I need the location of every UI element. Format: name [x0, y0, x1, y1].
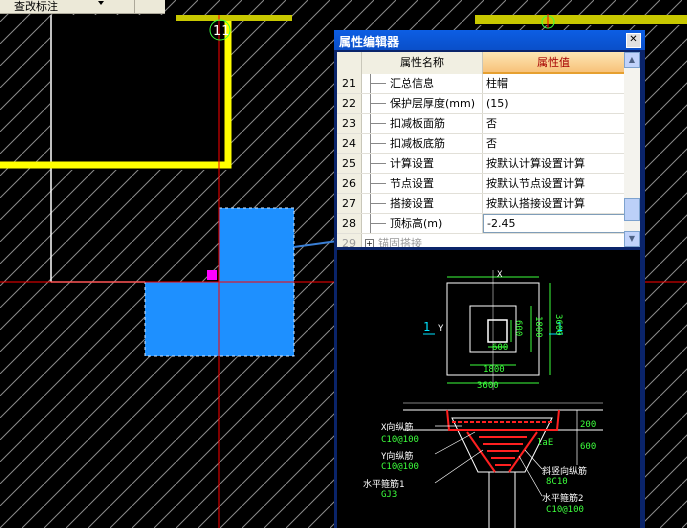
plan-inner-square: [487, 319, 508, 343]
inner-dim-v: 600: [513, 320, 523, 337]
h-stirrup2-value: C10@100: [546, 505, 584, 515]
slant-rebar-value: 8C10: [546, 477, 568, 487]
column-cap-diagram: X Y 1 1 600 600 1800 3600 1800 3600 200 …: [337, 250, 640, 528]
h-stirrup1-label: 水平箍筋1: [363, 480, 405, 490]
property-value-input[interactable]: -2.45: [483, 214, 628, 233]
property-name-cell: 节点设置: [362, 174, 483, 193]
row-number: 23: [337, 114, 362, 133]
property-row[interactable]: 21 汇总信息 柱帽: [337, 74, 624, 94]
property-name: 计算设置: [390, 157, 434, 170]
dim-x-label: X: [497, 270, 503, 280]
dim-3600-vertical: 3600: [553, 314, 563, 336]
property-group-row[interactable]: 29 + 锚固搭接: [337, 234, 624, 247]
window-title: 属性编辑器: [339, 35, 400, 49]
axis-label-text: 11: [213, 24, 230, 39]
property-value[interactable]: 否: [486, 134, 497, 153]
property-name: 保护层厚度(mm): [390, 97, 476, 110]
row-number: 27: [337, 194, 362, 213]
annotation-dropdown-label: 查改标注: [14, 0, 58, 13]
h-stirrup2-label: 水平箍筋2: [542, 494, 584, 504]
property-row[interactable]: 27 搭接设置 按默认搭接设置计算: [337, 194, 624, 214]
rebar-top: [446, 409, 560, 431]
header-property-value[interactable]: 属性值: [483, 52, 624, 74]
x-rebar-value: C10@100: [381, 435, 419, 445]
scroll-up-icon[interactable]: ▲: [624, 52, 640, 68]
property-value[interactable]: 按默认搭接设置计算: [486, 194, 585, 213]
property-value[interactable]: 按默认计算设置计算: [486, 154, 585, 173]
row-number: 21: [337, 74, 362, 93]
y-rebar-value: C10@100: [381, 462, 419, 472]
property-row-selected[interactable]: 28 顶标高(m) -2.45: [337, 214, 628, 234]
x-rebar-label: X向纵筋: [381, 423, 414, 433]
header-property-name[interactable]: 属性名称: [362, 52, 483, 74]
beam-void-region: [50, 15, 230, 170]
dim-1800-vertical: 1800: [533, 316, 543, 338]
property-name: 汇总信息: [390, 77, 434, 90]
property-row[interactable]: 26 节点设置 按默认节点设置计算: [337, 174, 624, 194]
dim-200: 200: [580, 420, 597, 430]
row-number: 24: [337, 134, 362, 153]
top-yellow-bar-right: [475, 15, 687, 24]
y-rebar-label: Y向纵筋: [381, 452, 414, 462]
row-number: 22: [337, 94, 362, 113]
property-row[interactable]: 23 扣减板面筋 否: [337, 114, 624, 134]
property-grid[interactable]: 属性名称 属性值 21 汇总信息 柱帽 22 保护层厚度(mm) (15) 23…: [337, 52, 640, 247]
property-value[interactable]: (15): [486, 94, 509, 113]
property-row[interactable]: 22 保护层厚度(mm) (15): [337, 94, 624, 114]
dropdown-arrow-icon[interactable]: [98, 1, 104, 5]
header-row-number: [337, 52, 362, 74]
property-value[interactable]: 否: [486, 114, 497, 133]
dim-600: 600: [580, 442, 597, 452]
property-value[interactable]: 柱帽: [486, 74, 508, 93]
property-name-cell: 搭接设置: [362, 194, 483, 213]
expand-plus-icon[interactable]: +: [365, 239, 374, 247]
property-name-cell: 汇总信息: [362, 74, 483, 93]
group-name: 锚固搭接: [378, 237, 422, 247]
column-cap-upper[interactable]: [218, 207, 295, 284]
property-name-cell: 保护层厚度(mm): [362, 94, 483, 113]
slant-rebar-label: 斜竖向纵筋: [542, 467, 588, 477]
property-name: 搭接设置: [390, 197, 434, 210]
row-number: 26: [337, 174, 362, 193]
property-name-cell: 顶标高(m): [362, 214, 483, 233]
row-number: 28: [337, 214, 362, 233]
property-value[interactable]: 按默认节点设置计算: [486, 174, 585, 193]
leader-y-rebar: [434, 431, 476, 455]
dim-y-label: Y: [438, 324, 444, 334]
section-mark-left: 1: [423, 320, 431, 334]
property-name-cell: 计算设置: [362, 154, 483, 173]
property-row[interactable]: 24 扣减板底筋 否: [337, 134, 624, 154]
annotation-dropdown[interactable]: 查改标注: [0, 0, 165, 14]
property-name-cell: + 锚固搭接: [362, 234, 482, 247]
property-name-cell: 扣减板面筋: [362, 114, 483, 133]
scroll-thumb[interactable]: [624, 198, 640, 221]
property-name: 顶标高(m): [390, 217, 443, 230]
top-yellow-bar-left: [176, 15, 292, 21]
scroll-down-icon[interactable]: ▼: [624, 231, 640, 247]
toolbar-separator: [134, 0, 135, 13]
dim-1800-horizontal: 1800: [483, 365, 505, 375]
property-editor-titlebar[interactable]: 属性编辑器 ✕: [334, 30, 645, 50]
property-name-cell: 扣减板底筋: [362, 134, 483, 153]
lae-label: laE: [537, 438, 554, 448]
inner-dim-h: 600: [492, 343, 509, 353]
dim-3600-horizontal: 3600: [477, 381, 499, 391]
h-stirrup1-value: GJ3: [381, 490, 398, 500]
row-number: 25: [337, 154, 362, 173]
property-name: 节点设置: [390, 177, 434, 190]
grid-header: 属性名称 属性值: [337, 52, 624, 74]
property-name: 扣减板底筋: [390, 137, 445, 150]
grip-point-magenta[interactable]: [207, 270, 217, 280]
property-name: 扣减板面筋: [390, 117, 445, 130]
grid-scrollbar[interactable]: ▲ ▼: [624, 52, 640, 247]
row-number: 29: [337, 234, 362, 247]
property-row[interactable]: 25 计算设置 按默认计算设置计算: [337, 154, 624, 174]
close-icon[interactable]: ✕: [626, 33, 641, 48]
